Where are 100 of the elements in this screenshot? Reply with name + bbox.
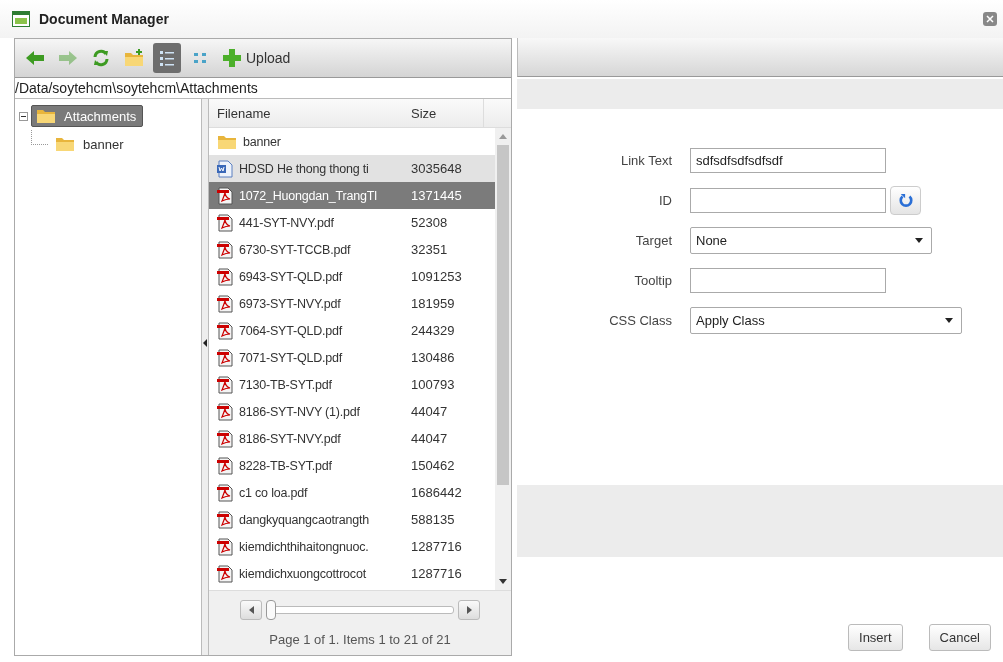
new-folder-icon[interactable]: [124, 48, 144, 68]
plus-icon[interactable]: [222, 48, 242, 68]
field-label: Target: [634, 232, 672, 248]
file-name: 7064-SYT-QLD.pdf: [239, 323, 343, 338]
file-name: dangkyquangcaotrangth: [239, 512, 369, 527]
pdf-file-icon: [217, 267, 233, 286]
file-name: HDSD He thong thong ti: [239, 161, 369, 176]
dropdown[interactable]: Apply Class: [690, 306, 962, 334]
refresh-icon[interactable]: [898, 193, 913, 207]
file-size: 52308: [411, 215, 448, 230]
upload-button[interactable]: Upload: [219, 43, 294, 73]
file-name: 8228-TB-SYT.pdf: [239, 458, 332, 473]
document-icon: [217, 159, 233, 178]
pager-status: Page 1 of 1. Items 1 to 21 of 21: [269, 631, 451, 647]
file-row[interactable]: 8186-SYT-NVY (1).pdf 44047: [209, 398, 495, 425]
left-caret-icon[interactable]: [248, 605, 254, 614]
file-size: 1371445: [411, 188, 462, 203]
file-size: 3035648: [411, 161, 462, 176]
file-size: 1686442: [411, 485, 462, 500]
refresh-button[interactable]: [890, 185, 921, 215]
caret-down-icon: [945, 317, 953, 323]
file-size: 244329: [411, 323, 455, 338]
left-arrow-icon[interactable]: [25, 48, 45, 68]
file-size: 150462: [411, 458, 455, 473]
file-size: 32351: [411, 242, 448, 257]
file-row[interactable]: 7130-TB-SYT.pdf 100793: [209, 371, 495, 398]
folder-icon: [217, 133, 237, 150]
file-row[interactable]: c1 co loa.pdf 1686442: [209, 479, 495, 506]
file-row[interactable]: 6973-SYT-NVY.pdf 181959: [209, 290, 495, 317]
tree-item[interactable]: Attachments: [31, 105, 144, 127]
file-row[interactable]: banner: [209, 128, 495, 155]
pdf-file-icon: [217, 294, 233, 313]
scrollbar[interactable]: [495, 128, 511, 590]
folder-icon: [36, 108, 56, 124]
folder-icon: [55, 136, 75, 152]
pdf-file-icon: [217, 564, 233, 583]
window-title: Document Manager: [39, 11, 169, 27]
slider-thumb[interactable]: [266, 599, 276, 620]
file-row[interactable]: HDSD He thong thong ti 3035648: [209, 155, 495, 182]
file-name: banner: [243, 134, 281, 149]
list-icon[interactable]: [157, 48, 177, 68]
file-size: 44047: [411, 431, 448, 446]
text-field[interactable]: [690, 267, 886, 293]
file-row[interactable]: 1072_Huongdan_TrangTl 1371445: [209, 182, 495, 209]
file-size: 1287716: [411, 566, 462, 581]
field-label: ID: [658, 192, 672, 208]
file-size: 1287716: [411, 539, 462, 554]
pdf-file-icon: [217, 213, 233, 232]
collapse-arrow-icon[interactable]: [203, 339, 207, 347]
file-name: 441-SYT-NVY.pdf: [239, 215, 334, 230]
pdf-file-icon: [217, 456, 233, 475]
pdf-file-icon: [217, 348, 233, 367]
pdf-file-icon: [217, 510, 233, 529]
file-name: 6973-SYT-NVY.pdf: [239, 296, 341, 311]
text-field[interactable]: sdfsdfsdfsdfsdf: [690, 147, 886, 173]
file-size: 100793: [411, 377, 455, 392]
page-slider[interactable]: [266, 599, 454, 620]
field-label: Tooltip: [633, 272, 672, 288]
refresh-icon[interactable]: [91, 48, 111, 68]
next-button[interactable]: [458, 599, 480, 620]
field-label: CSS Class: [608, 312, 672, 328]
file-size: 130486: [411, 350, 455, 365]
file-row[interactable]: kiemdichthihaitongnuoc. 1287716: [209, 533, 495, 560]
file-row[interactable]: dangkyquangcaotrangth 588135: [209, 506, 495, 533]
column-header[interactable]: Size: [403, 99, 483, 127]
file-name: kiemdichthihaitongnuoc.: [239, 539, 369, 554]
file-row[interactable]: kiemdichxuongcottrocot 1287716: [209, 560, 495, 587]
column-header[interactable]: Filename: [209, 99, 403, 127]
text-field[interactable]: [690, 187, 886, 213]
list-view-button[interactable]: [153, 43, 181, 73]
file-row[interactable]: 6730-SYT-TCCB.pdf 32351: [209, 236, 495, 263]
collapse-toggle[interactable]: [19, 111, 28, 121]
file-name: kiemdichxuongcottrocot: [239, 566, 366, 581]
file-name: c1 co loa.pdf: [239, 485, 308, 500]
previous-button[interactable]: [240, 599, 262, 620]
right-caret-icon[interactable]: [466, 605, 472, 614]
file-row[interactable]: 6943-SYT-QLD.pdf 1091253: [209, 263, 495, 290]
file-name: 6730-SYT-TCCB.pdf: [239, 242, 351, 257]
dialog-button[interactable]: Cancel: [928, 624, 991, 651]
pdf-file-icon: [217, 186, 233, 205]
field-label: Link Text: [619, 152, 672, 168]
file-row[interactable]: 441-SYT-NVY.pdf 52308: [209, 209, 495, 236]
pdf-file-icon: [217, 483, 233, 502]
file-row[interactable]: 8186-SYT-NVY.pdf 44047: [209, 425, 495, 452]
file-size: 181959: [411, 296, 455, 311]
pdf-file-icon: [217, 240, 233, 259]
file-size: 44047: [411, 404, 448, 419]
tree-item[interactable]: banner: [51, 134, 130, 154]
pdf-file-icon: [217, 402, 233, 421]
scroll-down-icon[interactable]: [499, 579, 507, 584]
caret-down-icon: [915, 237, 923, 243]
file-name: 7071-SYT-QLD.pdf: [239, 350, 343, 365]
file-row[interactable]: 7064-SYT-QLD.pdf 244329: [209, 317, 495, 344]
file-name: 1072_Huongdan_TrangTl: [239, 188, 377, 203]
scroll-up-icon[interactable]: [499, 134, 507, 139]
file-row[interactable]: 8228-TB-SYT.pdf 150462: [209, 452, 495, 479]
file-row[interactable]: 7071-SYT-QLD.pdf 130486: [209, 344, 495, 371]
dropdown[interactable]: None: [690, 226, 932, 254]
dialog-button[interactable]: Insert: [848, 624, 903, 651]
file-name: 8186-SYT-NVY (1).pdf: [239, 404, 360, 419]
